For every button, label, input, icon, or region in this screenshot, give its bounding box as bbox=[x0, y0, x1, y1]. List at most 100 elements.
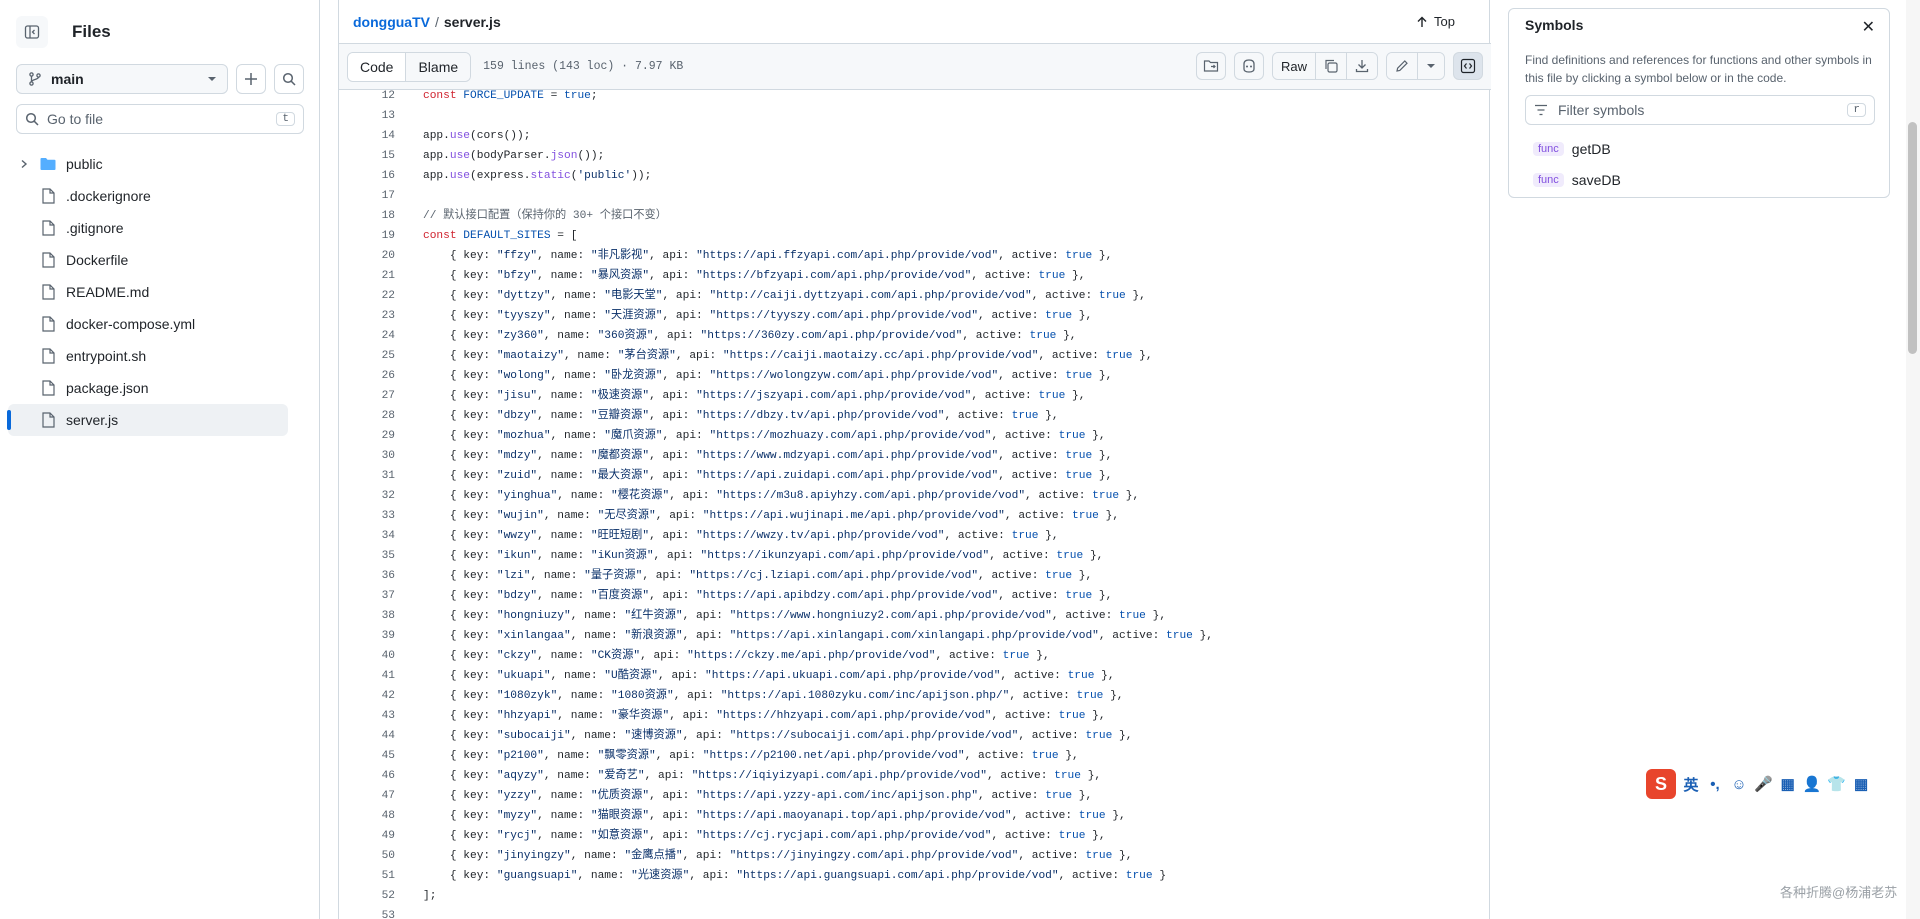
line-number[interactable]: 50 bbox=[339, 846, 395, 866]
line-number[interactable]: 15 bbox=[339, 146, 395, 166]
code-lines: 12 const FORCE_UPDATE = true; 13 14 app.use(… bbox=[339, 86, 1491, 919]
edit-dropdown-button[interactable] bbox=[1418, 53, 1444, 79]
add-file-button[interactable] bbox=[236, 64, 267, 94]
line-number[interactable]: 18 bbox=[339, 206, 395, 226]
line-number[interactable]: 31 bbox=[339, 466, 395, 486]
file-actions: Raw bbox=[1195, 52, 1483, 80]
line-number[interactable]: 35 bbox=[339, 546, 395, 566]
symbols-list: func getDB func saveDB bbox=[1533, 133, 1621, 195]
line-number[interactable]: 12 bbox=[339, 86, 395, 106]
ime-language-toggle[interactable]: 英 bbox=[1682, 774, 1700, 795]
line-number[interactable]: 51 bbox=[339, 866, 395, 886]
line-content: { key: "bfzy", name: "暴风资源", api: "https… bbox=[423, 270, 1086, 282]
file-icon bbox=[40, 220, 56, 236]
scrollbar-thumb[interactable] bbox=[1908, 122, 1917, 354]
line-number[interactable]: 22 bbox=[339, 286, 395, 306]
ime-keyboard-icon[interactable]: ▦ bbox=[1779, 775, 1797, 793]
breadcrumb-repo-link[interactable]: dongguaTV bbox=[353, 14, 430, 30]
back-to-top-link[interactable]: Top bbox=[1416, 14, 1455, 29]
chevron-right-icon[interactable] bbox=[16, 159, 32, 169]
ime-logo-icon[interactable]: S bbox=[1646, 769, 1676, 799]
sidebar-collapse-icon bbox=[24, 25, 40, 39]
ime-skin-icon[interactable]: 👕 bbox=[1827, 775, 1846, 793]
line-number[interactable]: 34 bbox=[339, 526, 395, 546]
line-content: { key: "hhzyapi", name: "豪华资源", api: "ht… bbox=[423, 710, 1106, 722]
line-number[interactable]: 37 bbox=[339, 586, 395, 606]
branch-selector[interactable]: main bbox=[16, 64, 229, 94]
line-number[interactable]: 23 bbox=[339, 306, 395, 326]
tree-item-entrypoint[interactable]: entrypoint.sh bbox=[8, 340, 312, 372]
arrow-up-icon bbox=[1417, 16, 1427, 27]
line-number[interactable]: 42 bbox=[339, 686, 395, 706]
line-number[interactable]: 32 bbox=[339, 486, 395, 506]
line-number[interactable]: 47 bbox=[339, 786, 395, 806]
line-number[interactable]: 40 bbox=[339, 646, 395, 666]
tree-item-dockerignore[interactable]: .dockerignore bbox=[8, 180, 312, 212]
line-number[interactable]: 21 bbox=[339, 266, 395, 286]
line-number[interactable]: 16 bbox=[339, 166, 395, 186]
tab-blame[interactable]: Blame bbox=[406, 52, 471, 81]
line-number[interactable]: 19 bbox=[339, 226, 395, 246]
line-content: app.use(bodyParser.json()); bbox=[423, 150, 605, 162]
symbol-item[interactable]: func saveDB bbox=[1533, 164, 1621, 195]
line-number[interactable]: 20 bbox=[339, 246, 395, 266]
line-number[interactable]: 38 bbox=[339, 606, 395, 626]
go-to-file-input[interactable]: Go to file t bbox=[16, 104, 304, 134]
line-number[interactable]: 13 bbox=[339, 106, 395, 126]
line-content: { key: "mozhua", name: "魔爪资源", api: "htt… bbox=[423, 430, 1106, 442]
filter-symbols-input[interactable]: Filter symbols r bbox=[1525, 95, 1875, 125]
ime-menu-icon[interactable]: ▦ bbox=[1852, 775, 1870, 793]
line-number[interactable]: 25 bbox=[339, 346, 395, 366]
code-line: 29 { key: "mozhua", name: "魔爪资源", api: "… bbox=[339, 426, 1491, 446]
line-number[interactable]: 28 bbox=[339, 406, 395, 426]
copy-raw-button[interactable] bbox=[1316, 53, 1347, 79]
line-number[interactable]: 17 bbox=[339, 186, 395, 206]
tab-code[interactable]: Code bbox=[348, 52, 407, 81]
tree-item-gitignore[interactable]: .gitignore bbox=[8, 212, 312, 244]
line-number[interactable]: 41 bbox=[339, 666, 395, 686]
line-content: { key: "bdzy", name: "百度资源", api: "https… bbox=[423, 590, 1113, 602]
line-number[interactable]: 24 bbox=[339, 326, 395, 346]
tree-item-dockerfile[interactable]: Dockerfile bbox=[8, 244, 312, 276]
symbol-item[interactable]: func getDB bbox=[1533, 133, 1621, 164]
close-icon[interactable]: ✕ bbox=[1862, 17, 1875, 37]
tree-item-docker-compose[interactable]: docker-compose.yml bbox=[8, 308, 312, 340]
symbols-panel-toggle[interactable] bbox=[1453, 52, 1483, 80]
line-number[interactable]: 30 bbox=[339, 446, 395, 466]
open-symbols-button[interactable] bbox=[1195, 52, 1226, 80]
line-number[interactable]: 14 bbox=[339, 126, 395, 146]
line-number[interactable]: 44 bbox=[339, 726, 395, 746]
tree-item-package-json[interactable]: package.json bbox=[8, 372, 312, 404]
ime-punctuation-icon[interactable]: •, bbox=[1706, 776, 1724, 793]
edit-file-button[interactable] bbox=[1387, 53, 1418, 79]
collapse-sidebar-button[interactable] bbox=[16, 16, 48, 48]
line-number[interactable]: 27 bbox=[339, 386, 395, 406]
download-button[interactable] bbox=[1347, 53, 1377, 79]
ime-user-icon[interactable]: 👤 bbox=[1803, 775, 1822, 793]
line-number[interactable]: 29 bbox=[339, 426, 395, 446]
line-number[interactable]: 26 bbox=[339, 366, 395, 386]
ime-voice-icon[interactable]: 🎤 bbox=[1754, 775, 1773, 793]
line-number[interactable]: 46 bbox=[339, 766, 395, 786]
line-number[interactable]: 45 bbox=[339, 746, 395, 766]
line-number[interactable]: 53 bbox=[339, 906, 395, 919]
line-number[interactable]: 52 bbox=[339, 886, 395, 906]
copilot-button[interactable] bbox=[1233, 52, 1264, 80]
line-number[interactable]: 36 bbox=[339, 566, 395, 586]
code-line: 14 app.use(cors()); bbox=[339, 126, 1491, 146]
line-content: { key: "dyttzy", name: "电影天堂", api: "htt… bbox=[423, 290, 1146, 302]
raw-button[interactable]: Raw bbox=[1272, 53, 1316, 79]
tree-item-server-js[interactable]: server.js bbox=[7, 404, 288, 436]
line-number[interactable]: 48 bbox=[339, 806, 395, 826]
line-number[interactable]: 39 bbox=[339, 626, 395, 646]
code-line: 13 bbox=[339, 106, 1491, 126]
line-number[interactable]: 43 bbox=[339, 706, 395, 726]
ime-emoji-icon[interactable]: ☺ bbox=[1730, 776, 1748, 793]
line-number[interactable]: 49 bbox=[339, 826, 395, 846]
tree-item-readme[interactable]: README.md bbox=[8, 276, 312, 308]
tree-item-public[interactable]: public bbox=[8, 148, 312, 180]
line-number[interactable]: 33 bbox=[339, 506, 395, 526]
symbols-description: Find definitions and references for func… bbox=[1525, 53, 1872, 85]
search-code-button[interactable] bbox=[274, 64, 305, 94]
search-icon bbox=[283, 72, 296, 86]
